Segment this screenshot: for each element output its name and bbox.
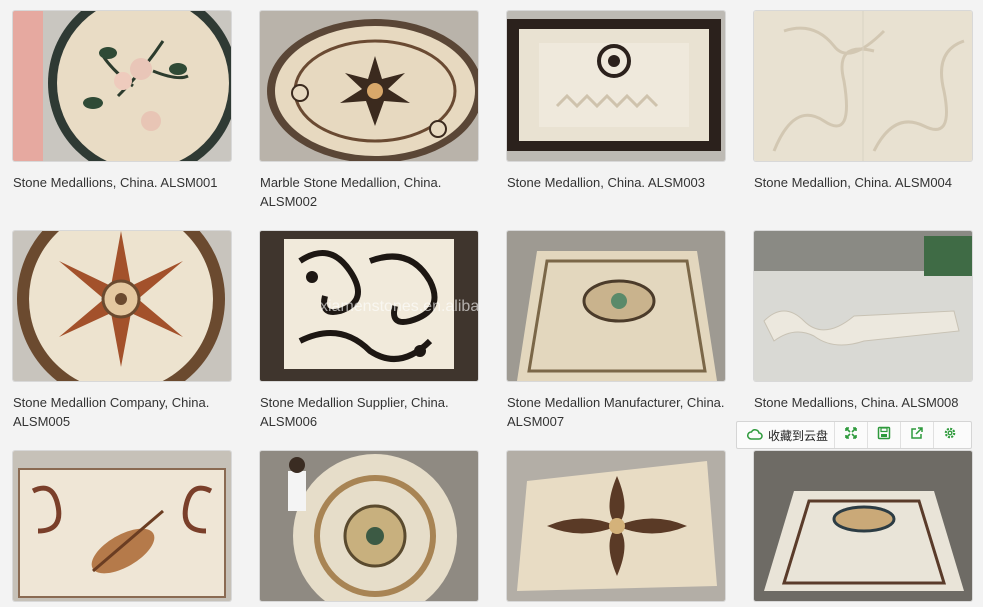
cloud-icon — [747, 428, 768, 443]
expand-icon — [844, 426, 858, 445]
save-button[interactable] — [868, 422, 902, 448]
save-disk-icon — [877, 426, 891, 445]
product-caption[interactable]: Stone Medallion Supplier, China. ALSM006 — [260, 393, 484, 431]
cloud-toolbar: 收藏到云盘 — [736, 421, 972, 449]
share-button[interactable] — [901, 422, 935, 448]
product-card-9[interactable] — [13, 451, 231, 601]
product-image[interactable] — [507, 231, 725, 381]
product-caption[interactable]: Marble Stone Medallion, China. ALSM002 — [260, 173, 484, 211]
expand-button[interactable] — [835, 422, 869, 448]
settings-gear-icon — [943, 426, 957, 445]
product-card-alsm007[interactable]: Stone Medallion Manufacturer, China. ALS… — [507, 231, 725, 431]
product-caption[interactable]: Stone Medallions, China. ALSM008 — [754, 393, 978, 412]
product-image[interactable] — [13, 11, 231, 161]
product-image[interactable] — [754, 451, 972, 601]
product-image[interactable] — [754, 11, 972, 161]
product-card-alsm003[interactable]: Stone Medallion, China. ALSM003 — [507, 11, 725, 192]
product-card-10[interactable] — [260, 451, 478, 601]
product-image[interactable] — [13, 451, 231, 601]
product-card-11[interactable] — [507, 451, 725, 601]
product-caption[interactable]: Stone Medallion Manufacturer, China. ALS… — [507, 393, 731, 431]
product-caption[interactable]: Stone Medallion Company, China. ALSM005 — [13, 393, 237, 431]
product-card-alsm001[interactable]: Stone Medallions, China. ALSM001 — [13, 11, 231, 192]
share-icon — [910, 426, 924, 445]
product-card-12[interactable] — [754, 451, 972, 601]
product-image[interactable]: xiamenstones.en.alibaba.com — [260, 231, 478, 381]
product-card-alsm002[interactable]: Marble Stone Medallion, China. ALSM002 — [260, 11, 478, 211]
product-image[interactable] — [507, 11, 725, 161]
save-to-cloud-label: 收藏到云盘 — [768, 428, 829, 443]
product-caption[interactable]: Stone Medallion, China. ALSM003 — [507, 173, 731, 192]
settings-button[interactable] — [934, 422, 966, 448]
product-image[interactable] — [13, 231, 231, 381]
product-card-alsm005[interactable]: Stone Medallion Company, China. ALSM005 — [13, 231, 231, 431]
product-image[interactable] — [260, 11, 478, 161]
product-image[interactable] — [507, 451, 725, 601]
product-grid: Stone Medallions, China. ALSM001 Marble … — [0, 0, 983, 607]
product-caption[interactable]: Stone Medallion, China. ALSM004 — [754, 173, 978, 192]
product-caption[interactable]: Stone Medallions, China. ALSM001 — [13, 173, 237, 192]
product-card-alsm006[interactable]: xiamenstones.en.alibaba.com Stone Medall… — [260, 231, 478, 431]
product-card-alsm008[interactable]: Stone Medallions, China. ALSM008 — [754, 231, 972, 412]
product-card-alsm004[interactable]: Stone Medallion, China. ALSM004 — [754, 11, 972, 192]
product-image[interactable] — [260, 451, 478, 601]
save-to-cloud-button[interactable]: 收藏到云盘 — [737, 422, 836, 448]
watermark-text: xiamenstones.en.alibaba.com — [320, 298, 478, 315]
product-image[interactable] — [754, 231, 972, 381]
